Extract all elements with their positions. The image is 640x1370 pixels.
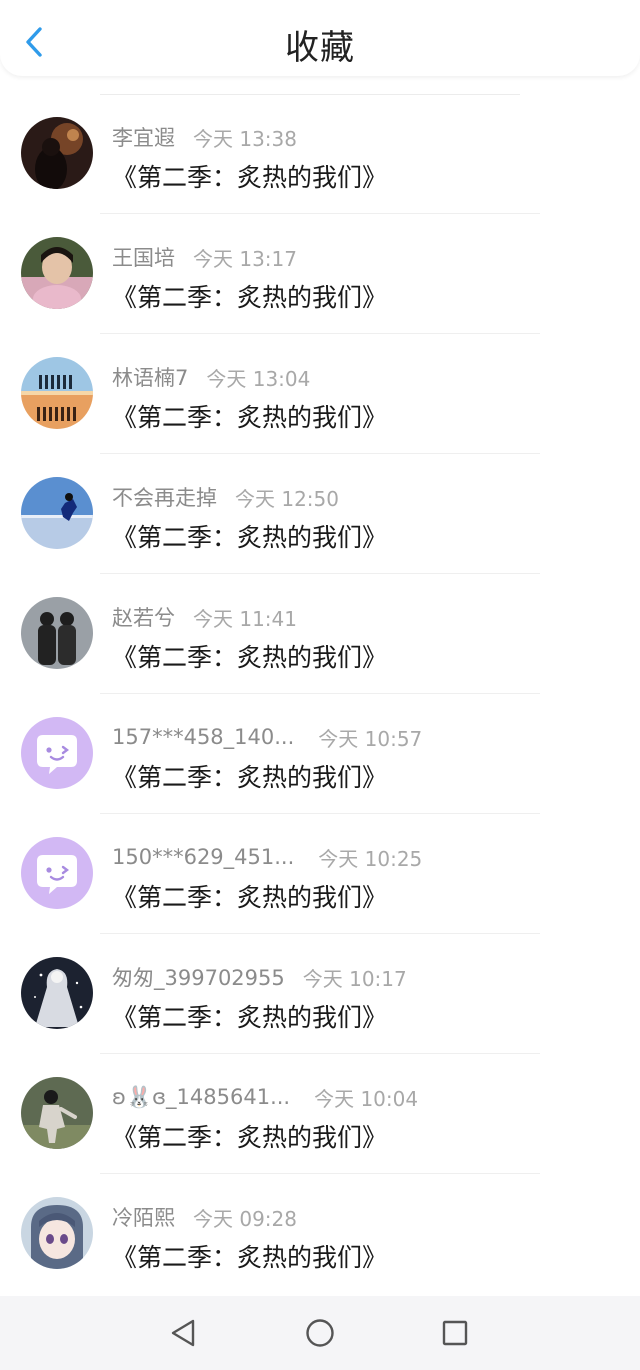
item-meta: 王国培 今天 13:17 [112, 242, 297, 272]
timestamp: 今天 13:04 [206, 366, 311, 391]
item-meta: ʚ🐰ɞ_1485641... 今天 10:04 [112, 1082, 418, 1112]
timestamp: 今天 10:57 [318, 726, 423, 751]
avatar[interactable] [21, 837, 93, 909]
user-name[interactable]: 157***458_140... [112, 725, 294, 749]
square-recents-icon [442, 1320, 468, 1346]
avatar[interactable] [21, 237, 93, 309]
item-content: 《第二季：炙热的我们》 [112, 883, 388, 912]
timestamp: 今天 09:28 [193, 1206, 297, 1231]
user-name[interactable]: ʚ🐰ɞ_1485641... [112, 1085, 290, 1110]
item-meta: 不会再走掉 今天 12:50 [112, 482, 339, 512]
user-name[interactable]: 冷陌熙 [112, 1202, 175, 1232]
chat-bubble-icon [21, 717, 93, 789]
item-content: 《第二季：炙热的我们》 [112, 163, 388, 192]
triangle-back-icon [171, 1319, 195, 1347]
list-item[interactable]: ʚ🐰ɞ_1485641... 今天 10:04 《第二季：炙热的我们》 [0, 1054, 640, 1174]
circle-home-icon [306, 1319, 334, 1347]
favorites-page: 收藏 李宜遐 今天 13:38 《第二季：炙热的我们》 王国培 今天 13:17… [0, 0, 640, 1370]
item-content: 《第二季：炙热的我们》 [112, 643, 388, 672]
user-name[interactable]: 王国培 [112, 242, 175, 272]
list-item[interactable]: 冷陌熙 今天 09:28 《第二季：炙热的我们》 [0, 1174, 640, 1294]
chat-bubble-icon [21, 837, 93, 909]
user-name[interactable]: 匆匆_399702955 [112, 962, 285, 992]
list-item[interactable]: 王国培 今天 13:17 《第二季：炙热的我们》 [0, 214, 640, 334]
user-name[interactable]: 不会再走掉 [112, 482, 217, 512]
timestamp: 今天 12:50 [235, 486, 339, 511]
timestamp: 今天 10:17 [302, 966, 407, 991]
item-meta: 匆匆_399702955 今天 10:17 [112, 962, 407, 992]
user-name[interactable]: 150***629_451... [112, 845, 294, 869]
system-navigation-bar [0, 1296, 640, 1370]
avatar[interactable] [21, 957, 93, 1029]
nav-home-button[interactable] [303, 1316, 337, 1350]
avatar[interactable] [21, 357, 93, 429]
item-meta: 李宜遐 今天 13:38 [112, 122, 297, 152]
item-content: 《第二季：炙热的我们》 [112, 1123, 388, 1152]
item-content: 《第二季：炙热的我们》 [112, 763, 388, 792]
header-bar: 收藏 [0, 0, 640, 76]
avatar[interactable] [21, 717, 93, 789]
timestamp: 今天 13:17 [193, 246, 297, 271]
avatar[interactable] [21, 1197, 93, 1269]
list-item[interactable]: 赵若兮 今天 11:41 《第二季：炙热的我们》 [0, 574, 640, 694]
item-meta: 林语楠7 今天 13:04 [112, 362, 310, 392]
list-item[interactable]: 匆匆_399702955 今天 10:17 《第二季：炙热的我们》 [0, 934, 640, 1054]
timestamp: 今天 10:25 [318, 846, 423, 871]
item-meta: 赵若兮 今天 11:41 [112, 602, 297, 632]
timestamp: 今天 10:04 [314, 1086, 419, 1111]
item-content: 《第二季：炙热的我们》 [112, 1003, 388, 1032]
nav-back-button[interactable] [166, 1316, 200, 1350]
item-content: 《第二季：炙热的我们》 [112, 1243, 388, 1272]
item-meta: 冷陌熙 今天 09:28 [112, 1202, 297, 1232]
item-content: 《第二季：炙热的我们》 [112, 523, 388, 552]
item-meta: 150***629_451... 今天 10:25 [112, 842, 422, 872]
item-content: 《第二季：炙热的我们》 [112, 403, 388, 432]
list-item[interactable]: 李宜遐 今天 13:38 《第二季：炙热的我们》 [0, 94, 640, 214]
list-item[interactable]: 不会再走掉 今天 12:50 《第二季：炙热的我们》 [0, 454, 640, 574]
item-content: 《第二季：炙热的我们》 [112, 283, 388, 312]
list-item[interactable]: 林语楠7 今天 13:04 《第二季：炙热的我们》 [0, 334, 640, 454]
user-name[interactable]: 李宜遐 [112, 122, 175, 152]
item-meta: 157***458_140... 今天 10:57 [112, 722, 422, 752]
timestamp: 今天 13:38 [193, 126, 297, 151]
user-name[interactable]: 林语楠7 [112, 362, 188, 392]
timestamp: 今天 11:41 [193, 606, 297, 631]
avatar[interactable] [21, 1077, 93, 1149]
list-item[interactable]: 150***629_451... 今天 10:25 《第二季：炙热的我们》 [0, 814, 640, 934]
avatar[interactable] [21, 117, 93, 189]
avatar[interactable] [21, 597, 93, 669]
avatar[interactable] [21, 477, 93, 549]
nav-recents-button[interactable] [438, 1316, 472, 1350]
list-item[interactable]: 157***458_140... 今天 10:57 《第二季：炙热的我们》 [0, 694, 640, 814]
user-name[interactable]: 赵若兮 [112, 602, 175, 632]
page-title: 收藏 [285, 28, 355, 68]
